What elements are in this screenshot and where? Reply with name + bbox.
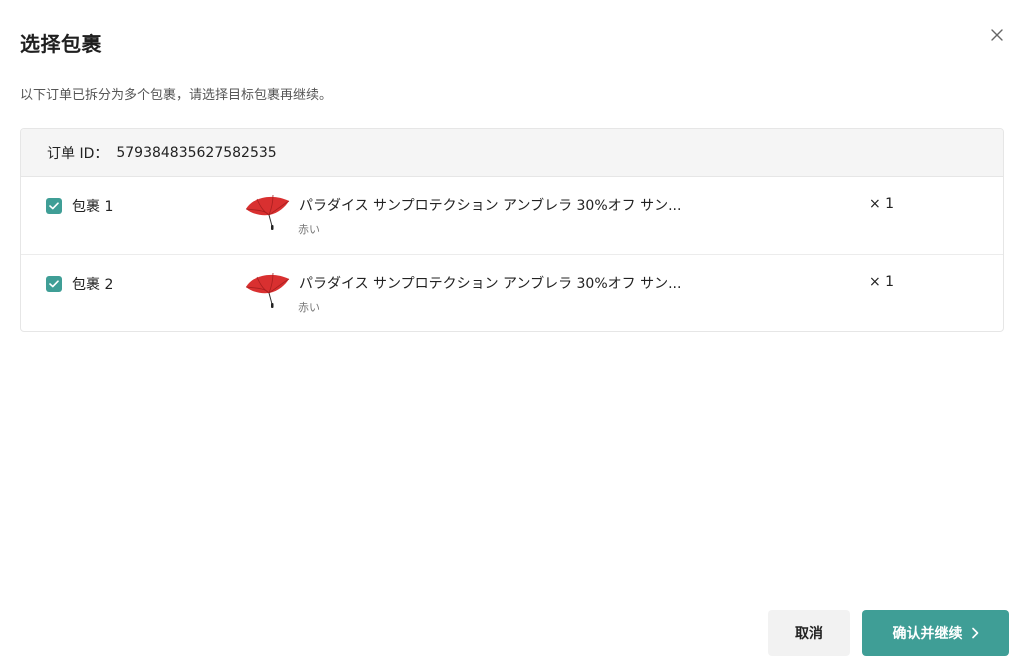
cancel-button-label: 取消 [795, 626, 823, 642]
cancel-button[interactable]: 取消 [768, 610, 850, 656]
chevron-right-icon [971, 627, 978, 639]
product-variant: 赤い [298, 301, 320, 314]
package-name: 包裹 2 [72, 277, 114, 293]
umbrella-thumbnail [243, 191, 291, 231]
package-2-checkbox[interactable] [46, 276, 62, 292]
check-icon [49, 202, 59, 210]
package-name: 包裹 1 [72, 199, 114, 215]
dialog-description: 以下订单已拆分为多个包裹，请选择目标包裹再继续。 [20, 88, 333, 103]
confirm-button-label: 确认并继续 [892, 626, 963, 642]
close-icon[interactable] [988, 26, 1006, 44]
product-variant: 赤い [298, 223, 320, 236]
product-title[interactable]: パラダイス サンプロテクション アンブレラ 30%オフ サン... [299, 195, 681, 215]
dialog-title: 选择包裹 [20, 32, 102, 56]
package-1-checkbox[interactable] [46, 198, 62, 214]
order-id-label: 订单 ID： [47, 145, 109, 162]
order-panel: 订单 ID： 579384835627582535 包裹 1 パラダイス サンプ… [20, 128, 1004, 332]
select-package-dialog: 选择包裹 以下订单已拆分为多个包裹，请选择目标包裹再继续。 订单 ID： 579… [0, 0, 1024, 669]
package-row-2[interactable]: 包裹 2 パラダイス サンプロテクション アンブレラ 30%オフ サン... 赤… [21, 255, 1003, 331]
product-quantity: × 1 [869, 196, 895, 212]
order-id-value: 579384835627582535 [116, 144, 277, 161]
product-quantity: × 1 [869, 274, 895, 290]
package-row-1[interactable]: 包裹 1 パラダイス サンプロテクション アンブレラ 30%オフ サン... 赤… [21, 177, 1003, 255]
order-header: 订单 ID： 579384835627582535 [21, 129, 1003, 177]
check-icon [49, 280, 59, 288]
umbrella-thumbnail [243, 269, 291, 309]
product-title[interactable]: パラダイス サンプロテクション アンブレラ 30%オフ サン... [299, 273, 681, 293]
confirm-and-continue-button[interactable]: 确认并继续 [862, 610, 1009, 656]
